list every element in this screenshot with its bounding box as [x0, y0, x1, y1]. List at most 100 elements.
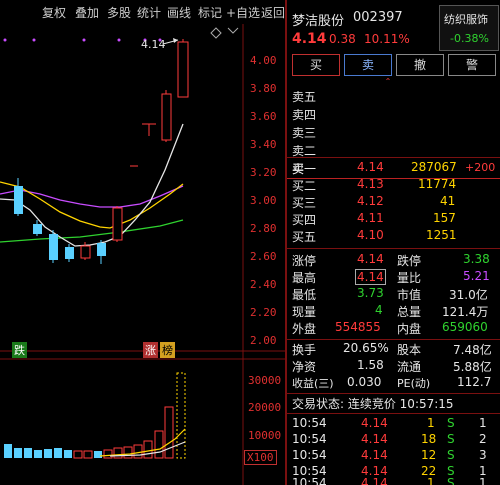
stat-value: 5.88亿: [453, 360, 492, 374]
stat-label: 净资: [292, 360, 317, 374]
stat-label: 总量: [397, 305, 422, 319]
price-tick: 2.60: [250, 250, 277, 263]
price-tick: 2.20: [250, 306, 277, 319]
diamond-icon: [210, 27, 222, 39]
candle: [112, 206, 123, 242]
toolbar-fuquan[interactable]: 复权: [42, 4, 66, 21]
toolbar-biaoji[interactable]: 标记: [198, 4, 222, 21]
stat-value: 554855: [335, 320, 381, 334]
stat-value: 3.73: [357, 286, 384, 300]
price-tick: 3.60: [250, 110, 277, 123]
doji-t-candle: [142, 123, 156, 136]
trade-status: 交易状态: 连续竞价 10:57:15: [292, 397, 454, 411]
stat-value: 112.7: [457, 375, 492, 389]
price-tick: 3.80: [250, 82, 277, 95]
cancel-button[interactable]: 撤: [396, 54, 444, 76]
buy-level-price: 4.13: [357, 177, 384, 191]
divider: [287, 248, 500, 249]
toolbar-duogu[interactable]: 多股: [107, 4, 131, 21]
chevron-up-icon[interactable]: ⌃: [383, 78, 393, 86]
tick-count: 1: [479, 464, 487, 478]
buy-button[interactable]: 买: [292, 54, 340, 76]
stat-value: 4.14: [355, 269, 386, 285]
stat-label: 现量: [292, 305, 317, 319]
high-marker-label: 4.14: [141, 38, 166, 51]
candle: [161, 90, 172, 142]
divider: [287, 413, 500, 414]
buy-level-label: 买二: [292, 179, 317, 193]
tick-side: S: [447, 464, 455, 478]
candle: [177, 39, 189, 98]
buy-level-label: 买五: [292, 230, 317, 244]
tick-time: 10:54: [292, 448, 327, 462]
candle: [14, 178, 23, 216]
tick-count: 3: [479, 448, 487, 462]
buy-level-price: 4.12: [357, 194, 384, 208]
stat-label: 市值: [397, 288, 422, 302]
tick-vol: 18: [421, 432, 437, 446]
vol-ma-white: [109, 441, 186, 457]
buy-level-vol: 41: [440, 194, 456, 208]
stock-name: 梦洁股份: [292, 14, 345, 29]
toolbar-fanhui[interactable]: 返回: [261, 4, 285, 21]
buy-level-vol: 287067: [411, 160, 457, 174]
price-tick: 3.00: [250, 194, 277, 207]
tick-side: S: [447, 416, 455, 430]
ma-green-line: [0, 219, 184, 243]
sell-button[interactable]: 卖: [344, 54, 392, 76]
divider: [287, 157, 500, 158]
price-tick: 2.40: [250, 278, 277, 291]
sell-level-label: 卖四: [292, 108, 317, 122]
stat-label: 股本: [397, 343, 422, 357]
candle: [65, 244, 74, 262]
stat-value: 7.48亿: [453, 343, 492, 357]
price-tick: 2.00: [250, 334, 277, 347]
alert-button[interactable]: 警: [448, 54, 496, 76]
marker-dot: [82, 38, 86, 42]
tick-time: 10:54: [292, 464, 327, 478]
tick-count: 1: [479, 416, 487, 430]
high-arrow-head: [173, 38, 178, 43]
buy-level-label: 买四: [292, 213, 317, 227]
tag-zhang: 涨: [143, 342, 158, 358]
buy-level-vol: 157: [433, 211, 456, 225]
stat-value: 121.4万: [442, 305, 489, 319]
divider: [287, 178, 500, 179]
sector-box[interactable]: 纺织服饰 -0.38%: [439, 5, 499, 51]
tick-side: S: [447, 432, 455, 446]
candle: [49, 230, 58, 263]
tick-time: 10:54: [292, 416, 327, 430]
sell-level-label: 卖五: [292, 90, 317, 104]
stat-value: 31.0亿: [449, 288, 488, 302]
stat-label: 最高: [292, 271, 317, 285]
tick-time: 10:54: [292, 478, 327, 485]
tick-side: S: [447, 448, 455, 462]
stock-code: 002397: [353, 10, 403, 25]
price-tick: 4.00: [250, 54, 277, 67]
candle: [97, 240, 106, 264]
toolbar-zixuan[interactable]: +自选: [226, 4, 260, 21]
tag-die: 跌: [12, 342, 27, 358]
tick-vol: 12: [421, 448, 437, 462]
ma-white-line: [0, 123, 184, 247]
toolbar-tongji[interactable]: 统计: [137, 4, 161, 21]
tick-count: 2: [479, 432, 487, 446]
kline-chart[interactable]: 4.00 3.80 3.60 3.40 3.20 3.00 2.80 2.60 …: [0, 24, 285, 485]
stat-value: 659060: [442, 320, 488, 334]
stat-label: 换手: [292, 343, 317, 357]
stat-value: 5.21: [463, 269, 490, 283]
tick-vol: 1: [427, 478, 435, 485]
tick-time: 10:54: [292, 432, 327, 446]
stat-label: 外盘: [292, 322, 317, 336]
panel-divider: [285, 0, 287, 485]
stock-change-pct: 10.11%: [364, 32, 410, 46]
marker-dot: [117, 38, 121, 42]
buy-level-price: 4.14: [357, 160, 384, 174]
kline-svg: [0, 24, 285, 485]
toolbar-huaxian[interactable]: 画线: [167, 4, 191, 21]
buy-level-label: 买一: [292, 162, 317, 176]
marker-dot: [32, 38, 36, 42]
stat-label: 收益(三): [292, 377, 334, 390]
stat-label: 量比: [397, 271, 422, 285]
toolbar-diejia[interactable]: 叠加: [75, 4, 99, 21]
